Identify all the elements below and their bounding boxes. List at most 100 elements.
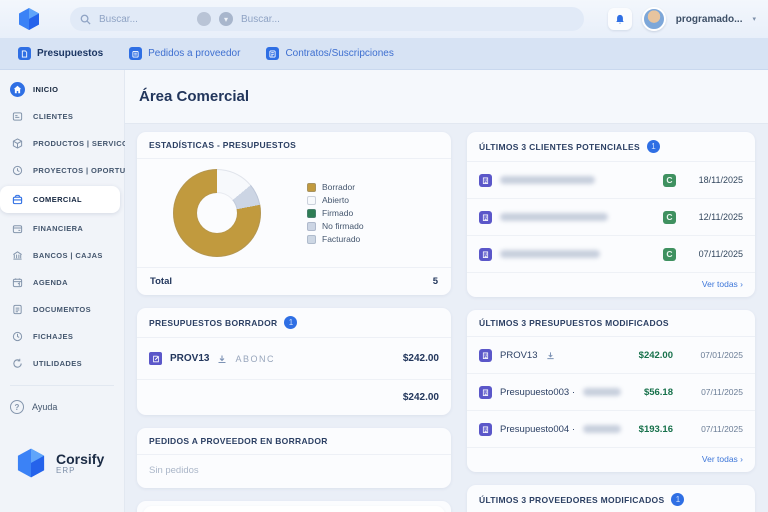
tab-label: Pedidos a proveedor [148, 48, 240, 59]
document-icon [18, 47, 31, 60]
card-title: PRESUPUESTOS BORRADOR [149, 318, 277, 328]
search-dropdown-button[interactable]: ▾ [219, 12, 233, 26]
sidebar-help-label: Ayuda [32, 402, 57, 412]
sidebar-item-documentos[interactable]: DOCUMENTOS [0, 296, 124, 323]
chart-legend: Borrador Abierto Firmado No firmado Fact… [307, 182, 364, 244]
download-icon[interactable] [546, 351, 555, 360]
client-type-badge: C [663, 248, 676, 261]
presupuesto-amount: $56.18 [644, 387, 673, 398]
sidebar-item-clientes[interactable]: CLIENTES [0, 103, 124, 130]
cliente-row[interactable]: C 12/11/2025 [467, 199, 755, 236]
clients-icon [10, 109, 25, 124]
search-input[interactable] [99, 14, 189, 25]
sidebar-item-bancos-cajas[interactable]: BANCOS | CAJAS [0, 242, 124, 269]
legend-item: Borrador [307, 182, 364, 192]
tab-presupuestos[interactable]: Presupuestos [18, 47, 103, 60]
legend-swatch [307, 222, 316, 231]
user-avatar[interactable] [642, 7, 666, 31]
presupuesto-name[interactable]: PROV13 [500, 350, 538, 361]
cliente-row[interactable]: C 07/11/2025 [467, 236, 755, 273]
empty-state-text: Sin pedidos [137, 455, 451, 488]
presupuesto-mod-row[interactable]: Presupuesto004 · $193.16 07/11/2025 [467, 411, 755, 448]
sidebar-item-label: FICHAJES [33, 332, 73, 341]
card-ultimos-proveedores-modificados: ÚLTIMOS 3 PROVEEDORES MODIFICADOS 1 15/1… [467, 485, 755, 512]
legend-label: Facturado [322, 234, 360, 244]
question-icon: ? [10, 400, 24, 414]
time-clock-icon [10, 329, 25, 344]
card-ultimos-clientes-potenciales: ÚLTIMOS 3 CLIENTES POTENCIALES 1 C 18/11… [467, 132, 755, 297]
legend-swatch [307, 209, 316, 218]
sidebar-item-utilidades[interactable]: UTILIDADES [0, 350, 124, 377]
legend-swatch [307, 183, 316, 192]
building-icon [479, 174, 492, 187]
legend-swatch [307, 235, 316, 244]
wallet-icon [10, 221, 25, 236]
sidebar-item-ayuda[interactable]: ? Ayuda [0, 394, 124, 420]
client-name-blurred [500, 250, 600, 258]
search-filter-button[interactable] [197, 12, 211, 26]
sidebar-item-label: FINANCIERA [33, 224, 83, 233]
cube-icon [10, 136, 25, 151]
sidebar-item-proyectos-oportunidades[interactable]: PROYECTOS | OPORTUN [0, 157, 124, 184]
building-icon [479, 211, 492, 224]
presupuesto-mod-row[interactable]: Presupuesto003 · $56.18 07/11/2025 [467, 374, 755, 411]
sidebar-item-label: PRODUCTOS | SERVICOS [33, 139, 134, 148]
ver-todas-link[interactable]: Ver todas › [702, 279, 743, 289]
sidebar-item-label: DOCUMENTOS [33, 305, 91, 314]
presupuesto-name[interactable]: Presupuesto003 · [500, 387, 575, 398]
sidebar: INICIO CLIENTES PRODUCTOS | SERVICOS PRO… [0, 70, 125, 512]
legend-item: Firmado [307, 208, 364, 218]
sidebar-item-financiera[interactable]: FINANCIERA [0, 215, 124, 242]
refresh-icon [10, 356, 25, 371]
bank-icon [10, 248, 25, 263]
legend-item: No firmado [307, 221, 364, 231]
contract-icon [266, 47, 279, 60]
download-icon[interactable] [217, 354, 227, 364]
row-date: 18/11/2025 [699, 175, 743, 185]
row-date: 07/11/2025 [699, 249, 743, 259]
presupuesto-amount: $242.00 [403, 353, 439, 364]
clock-arrow-icon [10, 163, 25, 178]
sidebar-item-label: AGENDA [33, 278, 68, 287]
presupuesto-mod-row[interactable]: PROV13 $242.00 07/01/2025 [467, 337, 755, 374]
building-icon [479, 248, 492, 261]
presupuesto-row[interactable]: PROV13 ABONC $242.00 [137, 338, 451, 380]
notifications-button[interactable] [608, 8, 632, 30]
client-type-badge: C [663, 174, 676, 187]
card-pedidos-proveedor-borrador-1: PEDIDOS A PROVEEDOR EN BORRADOR Sin pedi… [137, 428, 451, 488]
sidebar-item-productos-servicios[interactable]: PRODUCTOS | SERVICOS [0, 130, 124, 157]
presupuesto-code[interactable]: PROV13 [170, 353, 209, 364]
sidebar-item-label: CLIENTES [33, 112, 73, 121]
briefcase-icon [10, 192, 25, 207]
secondary-search-input[interactable] [241, 14, 574, 25]
sidebar-item-agenda[interactable]: AGENDA [0, 269, 124, 296]
building-icon [479, 349, 492, 362]
user-name[interactable]: programado... [676, 14, 743, 25]
total-label: Total [150, 276, 172, 287]
card-title: ESTADÍSTICAS - PRESUPUESTOS [149, 140, 296, 150]
home-icon [10, 82, 25, 97]
ver-todas-link[interactable]: Ver todas › [702, 454, 743, 464]
sidebar-item-comercial[interactable]: COMERCIAL [0, 186, 120, 213]
tab-pedidos-proveedor[interactable]: Pedidos a proveedor [129, 47, 240, 60]
presupuesto-amount: $193.16 [639, 424, 673, 435]
presupuesto-amount: $242.00 [639, 350, 673, 361]
client-name-blurred [500, 176, 595, 184]
top-bar: ▾ programado... ▾ [0, 0, 768, 38]
tab-contratos-suscripciones[interactable]: Contratos/Suscripciones [266, 47, 393, 60]
page-header: Área Comercial [125, 70, 768, 124]
sidebar-item-fichajes[interactable]: FICHAJES [0, 323, 124, 350]
client-name-blurred [500, 213, 608, 221]
brand-logo: Corsify ERP [14, 446, 124, 480]
client-type-badge: C [663, 211, 676, 224]
card-presupuestos-borrador: PRESUPUESTOS BORRADOR 1 PROV13 ABONC $24… [137, 308, 451, 415]
tab-label: Presupuestos [37, 48, 103, 59]
chevron-down-icon[interactable]: ▾ [752, 15, 756, 23]
card-title: ÚLTIMOS 3 PROVEEDORES MODIFICADOS [479, 495, 664, 505]
sidebar-item-inicio[interactable]: INICIO [0, 76, 124, 103]
row-date: 07/11/2025 [681, 424, 743, 434]
document-icon [10, 302, 25, 317]
cliente-row[interactable]: C 18/11/2025 [467, 162, 755, 199]
presupuesto-name[interactable]: Presupuesto004 · [500, 424, 575, 435]
card-title: ÚLTIMOS 3 CLIENTES POTENCIALES [479, 142, 640, 152]
